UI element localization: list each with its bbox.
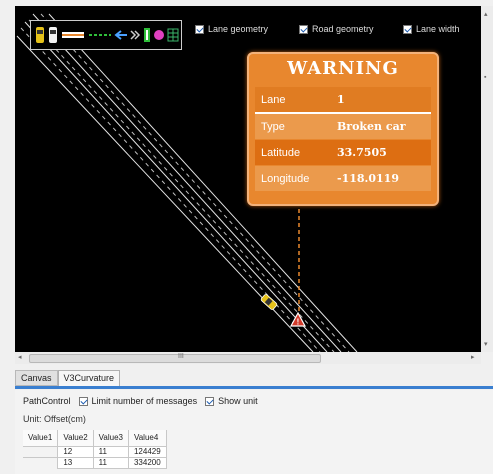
svg-text:!: ! [297, 318, 300, 327]
table-row[interactable]: 12 11 124429 [23, 446, 167, 458]
white-car-icon [49, 27, 57, 43]
view-tabs: Canvas V3Curvature [15, 370, 121, 386]
warning-value: 33.7505 [337, 146, 387, 159]
grid-cell: 11 [92, 457, 129, 469]
scroll-down-icon[interactable]: ▾ [484, 340, 488, 348]
checkbox-box[interactable] [299, 24, 308, 34]
map-canvas[interactable]: ! Lane geometry Road geometry Lane width… [15, 6, 481, 352]
show-unit-label: Show unit [218, 396, 258, 406]
lane-geometry-label: Lane geometry [208, 24, 269, 34]
legend-toolbar [30, 20, 182, 50]
show-unit-checkbox[interactable] [205, 396, 215, 406]
data-grid: Value1 Value2 Value3 Value4 12 11 124429… [23, 430, 167, 469]
road-geometry-checkbox[interactable]: Road geometry [299, 24, 374, 34]
column-header-value3[interactable]: Value3 [93, 430, 129, 447]
limit-messages-label: Limit number of messages [91, 396, 198, 406]
grid-cell: 13 [57, 457, 94, 469]
path-control-label: PathControl [23, 396, 71, 406]
lane-width-checkbox[interactable]: Lane width [403, 24, 460, 34]
vertical-scrollbar[interactable]: ▴ ▪ ▾ [481, 6, 493, 352]
broken-car-icon [260, 294, 278, 310]
checkbox-box[interactable] [403, 24, 412, 34]
warning-key: Longitude [261, 172, 310, 185]
double-arrow-icon [130, 30, 141, 40]
warning-key: Type [261, 120, 285, 133]
orange-line-icon [62, 32, 84, 38]
unit-label: Unit: Offset(cm) [23, 414, 86, 424]
limit-messages-checkbox[interactable] [78, 396, 88, 406]
warning-key: Lane [261, 93, 286, 106]
yellow-car-icon [36, 27, 44, 43]
scroll-grip-icon: ▪ [484, 74, 487, 81]
path-control-toolbar: PathControl Limit number of messages Sho… [23, 396, 258, 406]
warning-row-latitude: Latitude 33.7505 [255, 140, 431, 165]
path-control-panel: PathControl Limit number of messages Sho… [15, 390, 493, 474]
grid-cell [23, 446, 59, 458]
green-traffic-light-icon [144, 28, 150, 42]
tab-v3curvature[interactable]: V3Curvature [57, 370, 121, 386]
column-header-value1[interactable]: Value1 [23, 430, 59, 447]
warning-row-lane: Lane 1 [255, 87, 431, 114]
warning-row-type: Type Broken car [255, 114, 431, 139]
lane-width-label: Lane width [416, 24, 460, 34]
blue-arrow-icon [114, 30, 127, 40]
grid-cell: 12 [57, 446, 94, 458]
warning-value: -118.0119 [337, 172, 399, 185]
warning-key: Latitude [261, 146, 301, 159]
warning-row-longitude: Longitude -118.0119 [255, 166, 431, 191]
grid-header-row: Value1 Value2 Value3 Value4 [23, 430, 167, 447]
grid-cell [23, 457, 59, 469]
column-header-value4[interactable]: Value4 [128, 430, 167, 447]
road-geometry-label: Road geometry [312, 24, 374, 34]
scroll-thumb[interactable]: III [29, 353, 321, 363]
horizontal-scrollbar[interactable]: ◂ III ▸ [15, 352, 481, 364]
scroll-up-icon[interactable]: ▴ [484, 10, 488, 18]
table-row[interactable]: 13 11 334200 [23, 457, 167, 469]
grid-cell: 124429 [127, 446, 167, 458]
grid-cell: 11 [92, 446, 129, 458]
column-header-value2[interactable]: Value2 [57, 430, 94, 447]
tab-canvas[interactable]: Canvas [15, 370, 58, 386]
lane-geometry-checkbox[interactable]: Lane geometry [195, 24, 268, 34]
warning-value: 1 [337, 93, 345, 106]
scroll-right-icon[interactable]: ▸ [471, 353, 475, 361]
tab-divider [15, 386, 493, 389]
warning-popup: WARNING Lane 1 Type Broken car Latitude … [247, 52, 439, 206]
scroll-grip: III [178, 353, 184, 360]
checkbox-box[interactable] [195, 24, 204, 34]
grid-icon [167, 28, 179, 42]
warning-title: WARNING [287, 58, 399, 79]
grid-cell: 334200 [127, 457, 167, 469]
scroll-left-icon[interactable]: ◂ [18, 353, 22, 361]
magenta-circle-icon [154, 30, 164, 40]
warning-value: Broken car [337, 120, 406, 133]
